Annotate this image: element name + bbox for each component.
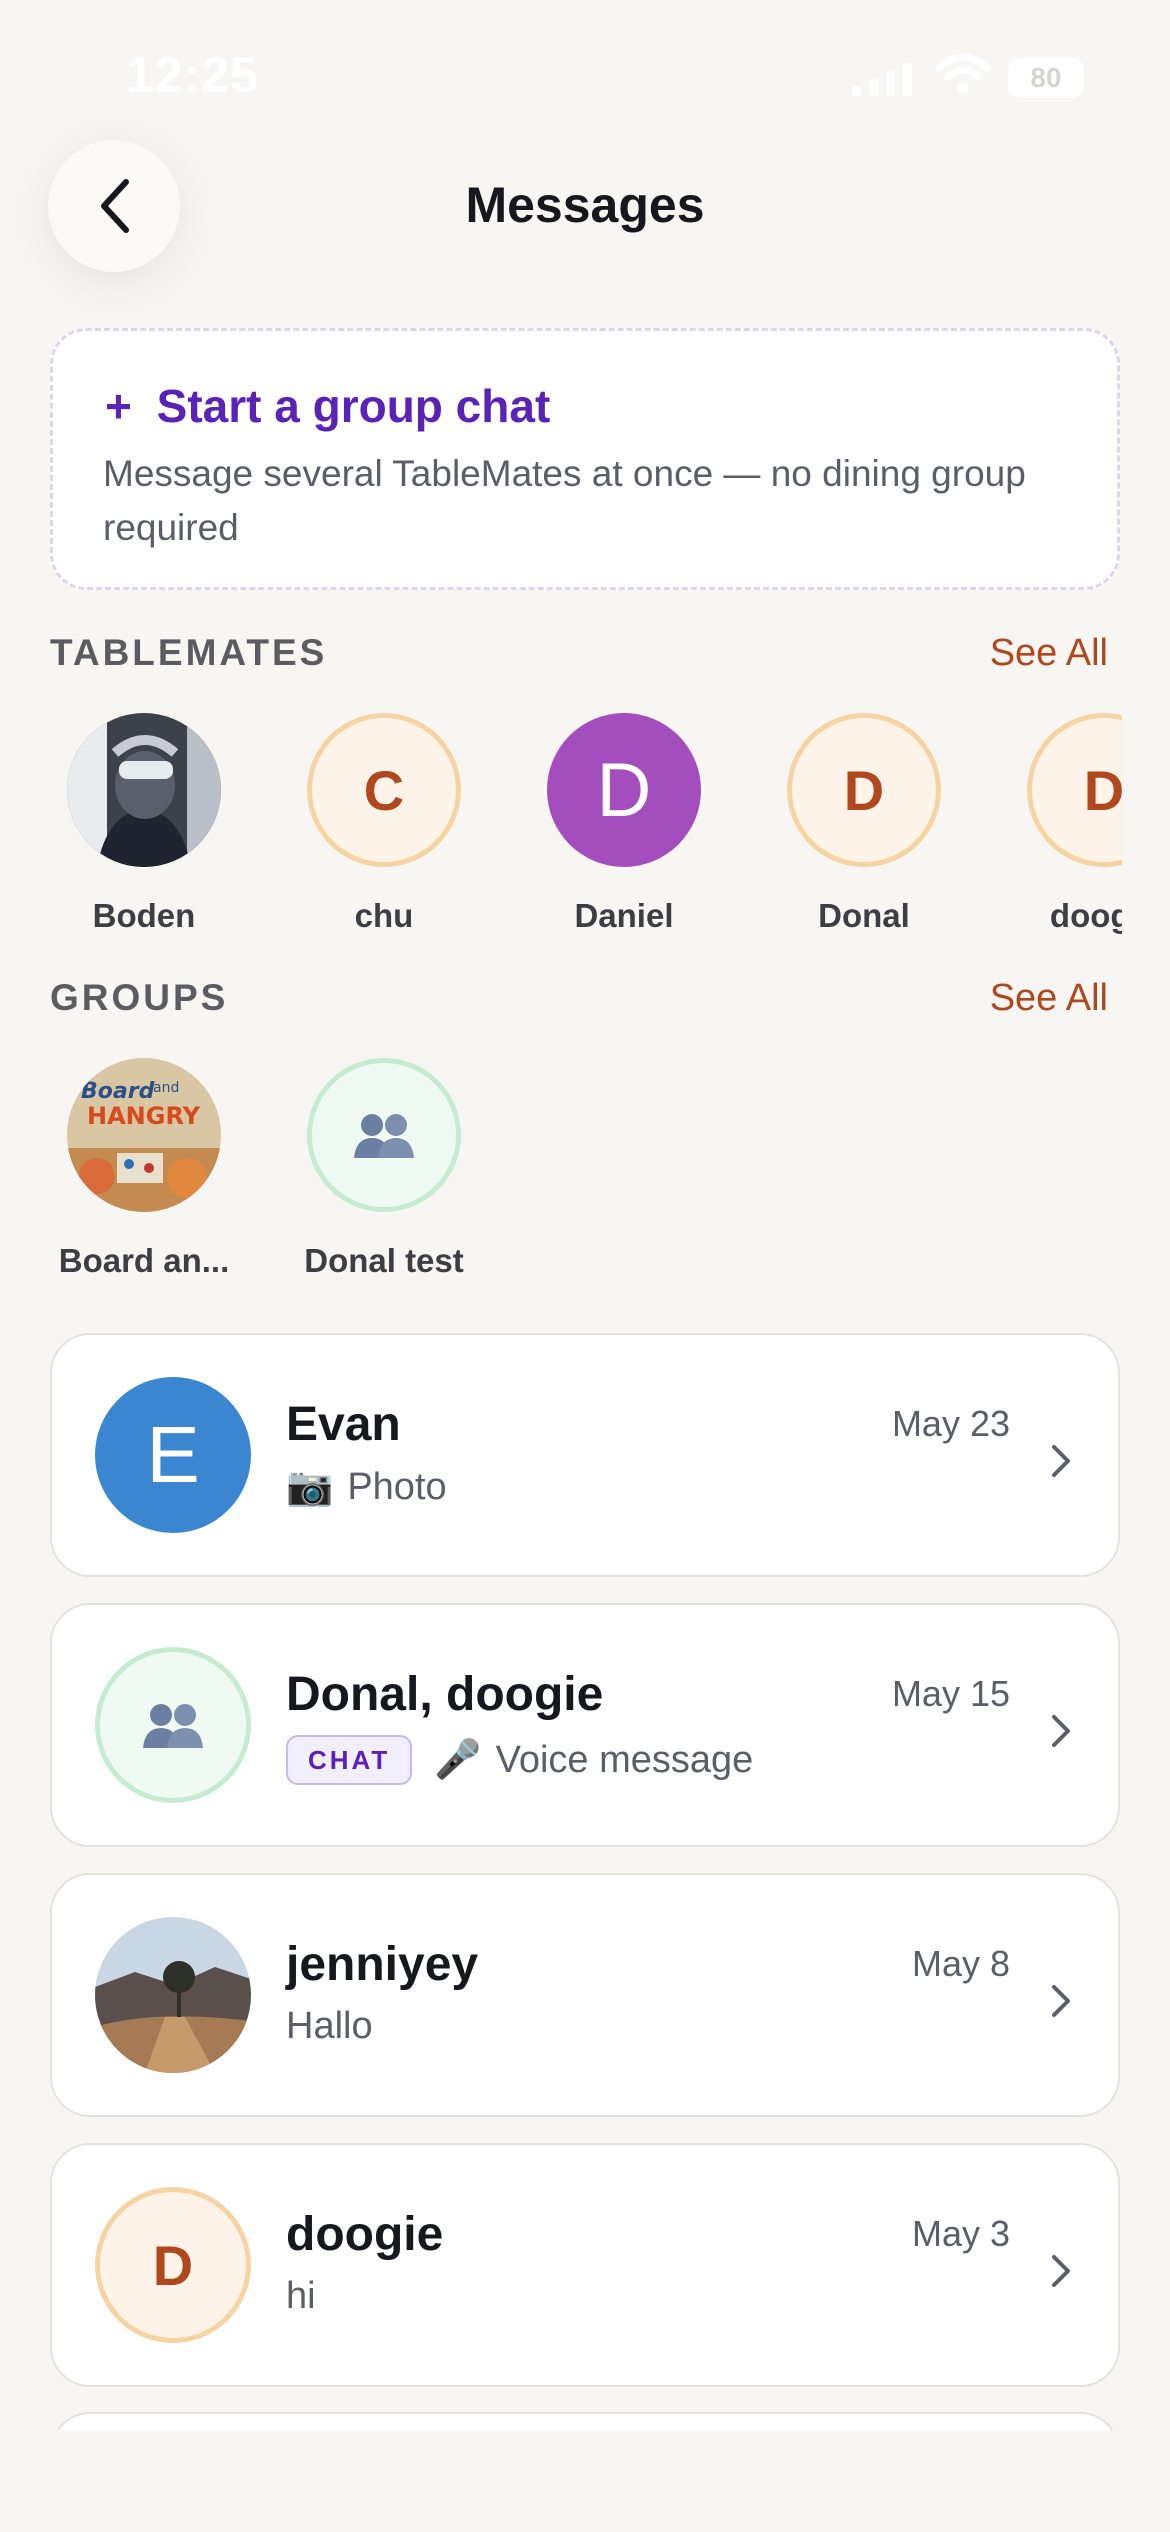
conversation-name: jenniyey	[286, 1938, 479, 1991]
tablemates-see-all-link[interactable]: See All	[990, 632, 1108, 675]
tablemate-name: Daniel	[574, 897, 674, 934]
chevron-right-icon	[1052, 1715, 1070, 1747]
conversation-row[interactable]: Donal, doogie May 15 CHAT 🎤 Voice messag…	[50, 1603, 1120, 1847]
preview-text: Photo	[347, 1465, 447, 1508]
avatar: E	[95, 1377, 251, 1533]
logo-board-text: Board	[81, 1079, 155, 1104]
chevron-right-icon	[1052, 1985, 1070, 2017]
start-group-chat-description: Message several TableMates at once — no …	[103, 453, 1026, 548]
groups-strip: Board and HANGRY Board an... Donal test	[0, 1055, 1170, 1285]
start-group-chat-card[interactable]: + Start a group chat Message several Tab…	[50, 328, 1120, 590]
conversation-row[interactable]: jenniyey May 8 Hallo	[50, 1873, 1120, 2117]
status-bar: 12:25 80	[0, 0, 1170, 150]
tablemate-doogie[interactable]: D doogie	[984, 710, 1122, 935]
conversation-row[interactable]: E Evan May 23 📷 Photo	[50, 1333, 1120, 1577]
tablemates-heading: TABLEMATES	[50, 632, 328, 673]
tablemate-donal[interactable]: D Donal	[744, 710, 984, 935]
avatar	[307, 1058, 461, 1212]
group-board-and-hangry[interactable]: Board and HANGRY Board an...	[24, 1055, 264, 1280]
jenniyey-avatar-photo	[95, 1917, 251, 2073]
conversation-preview: hi	[286, 2275, 316, 2317]
avatar	[95, 1917, 251, 2073]
start-group-chat-title: + Start a group chat	[105, 379, 550, 433]
avatar: C	[307, 713, 461, 867]
tablemate-chu[interactable]: C chu	[264, 710, 504, 935]
logo-hangry-text: HANGRY	[87, 1102, 201, 1130]
group-donal-test[interactable]: Donal test	[264, 1055, 504, 1280]
conversation-name: Evan	[286, 1398, 401, 1451]
status-time: 12:25	[126, 47, 259, 103]
tablemate-name: doogie	[1049, 897, 1122, 934]
group-name: Donal test	[304, 1242, 464, 1279]
chat-badge: CHAT	[286, 1735, 413, 1785]
battery-icon: 80	[1008, 58, 1084, 98]
groups-see-all-link[interactable]: See All	[990, 977, 1108, 1020]
group-name: Board an...	[58, 1242, 230, 1279]
people-group-icon	[354, 1114, 414, 1158]
conversation-name: doogie	[286, 2208, 444, 2261]
avatar: D	[1027, 713, 1122, 867]
preview-text: Voice message	[495, 1738, 754, 1781]
cellular-signal-icon	[852, 60, 912, 96]
bottom-safe-area	[0, 2430, 1170, 2532]
conversation-date: May 8	[911, 1943, 1010, 1984]
avatar: Board and HANGRY	[67, 1058, 221, 1212]
avatar	[95, 1647, 251, 1803]
camera-icon: 📷	[286, 1466, 334, 1508]
conversation-date: May 3	[911, 2213, 1010, 2254]
boden-avatar-photo	[67, 713, 221, 867]
conversation-preview: CHAT 🎤 Voice message	[286, 1735, 753, 1785]
logo-and-text: and	[153, 1080, 179, 1096]
tablemate-daniel[interactable]: D Daniel	[504, 710, 744, 935]
tablemate-name: chu	[354, 897, 414, 934]
start-group-chat-label: Start a group chat	[156, 380, 551, 432]
people-group-icon	[143, 1704, 203, 1748]
groups-heading: GROUPS	[50, 977, 229, 1018]
avatar: D	[787, 713, 941, 867]
plus-icon: +	[105, 380, 132, 432]
tablemates-strip: Boden C chu D Daniel D Donal D doogie	[0, 710, 1122, 940]
board-and-hangry-logo: Board and HANGRY	[67, 1058, 221, 1212]
chevron-right-icon	[1052, 2255, 1070, 2287]
wifi-icon	[935, 53, 991, 94]
tablemate-name: Boden	[92, 897, 196, 934]
avatar: D	[547, 713, 701, 867]
conversation-name: Donal, doogie	[286, 1668, 604, 1721]
conversation-date: May 23	[891, 1403, 1010, 1444]
page-title: Messages	[465, 177, 705, 233]
microphone-icon: 🎤	[434, 1739, 482, 1781]
tablemate-boden[interactable]: Boden	[24, 710, 264, 935]
conversation-row[interactable]: D doogie May 3 hi	[50, 2143, 1120, 2387]
conversation-preview: 📷 Photo	[286, 1465, 447, 1509]
conversation-preview: Hallo	[286, 2005, 373, 2047]
avatar	[67, 713, 221, 867]
tablemate-name: Donal	[818, 897, 910, 934]
conversation-date: May 15	[891, 1673, 1010, 1714]
avatar: D	[95, 2187, 251, 2343]
chevron-right-icon	[1052, 1445, 1070, 1477]
